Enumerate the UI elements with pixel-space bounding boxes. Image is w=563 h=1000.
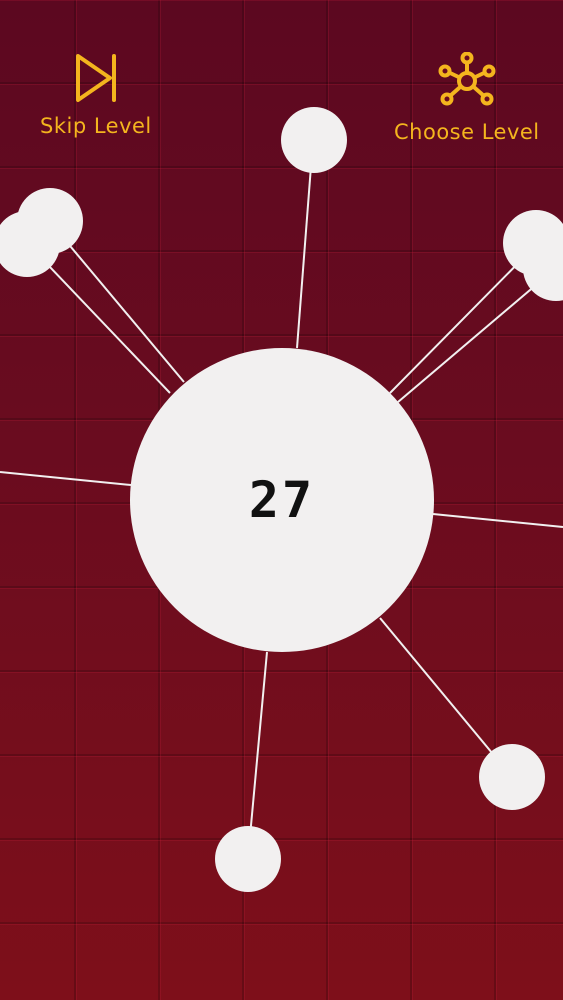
- skip-level-label: Skip Level: [40, 114, 152, 138]
- choose-level-button[interactable]: Choose Level: [394, 51, 540, 144]
- pin-line: [0, 471, 132, 486]
- network-hub-icon: [436, 51, 498, 114]
- pin-line: [432, 513, 563, 528]
- skip-forward-icon: [72, 52, 120, 108]
- score-counter: 27: [248, 471, 316, 529]
- choose-level-label: Choose Level: [394, 120, 540, 144]
- skip-level-button[interactable]: Skip Level: [40, 52, 152, 138]
- pin-ball: [479, 744, 545, 810]
- pin-ball: [215, 826, 281, 892]
- pin-ball: [281, 107, 347, 173]
